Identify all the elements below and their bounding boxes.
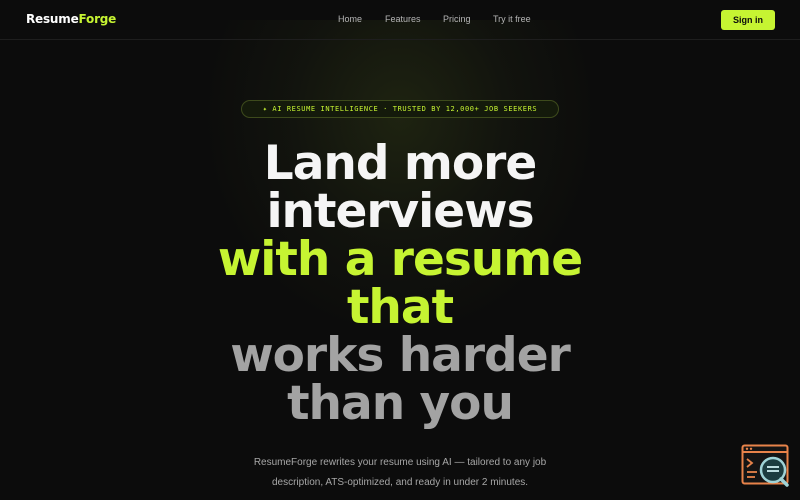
top-navbar: ResumeForge Home Features Pricing Try it… (0, 0, 800, 40)
sign-in-button[interactable]: Sign in (721, 10, 775, 30)
headline-line-6: than you (287, 376, 514, 431)
nav-links: Home Features Pricing Try it free (0, 14, 800, 28)
hero-badge: ✦ AI RESUME INTELLIGENCE · TRUSTED BY 12… (241, 100, 559, 118)
headline-line-5: works harder (230, 328, 571, 383)
nav-link-home[interactable]: Home (338, 14, 362, 24)
terminal-search-icon (741, 444, 789, 487)
hero-headline: Land more interviews with a resume that … (0, 140, 800, 428)
nav-link-pricing[interactable]: Pricing (443, 14, 471, 24)
nav-link-try-it-free[interactable]: Try it free (493, 14, 531, 24)
headline-line-4: that (346, 280, 454, 335)
floating-help-widget[interactable] (741, 444, 791, 488)
headline-line-3: with a resume (217, 232, 583, 287)
hero-subtext-line-1: ResumeForge rewrites your resume using A… (253, 457, 547, 468)
headline-line-1: Land more (263, 136, 537, 191)
headline-line-2: interviews (266, 184, 534, 239)
nav-link-features[interactable]: Features (385, 14, 421, 24)
hero-subtext: ResumeForge rewrites your resume using A… (200, 453, 600, 493)
hero-subtext-line-2: description, ATS-optimized, and ready in… (271, 477, 529, 488)
